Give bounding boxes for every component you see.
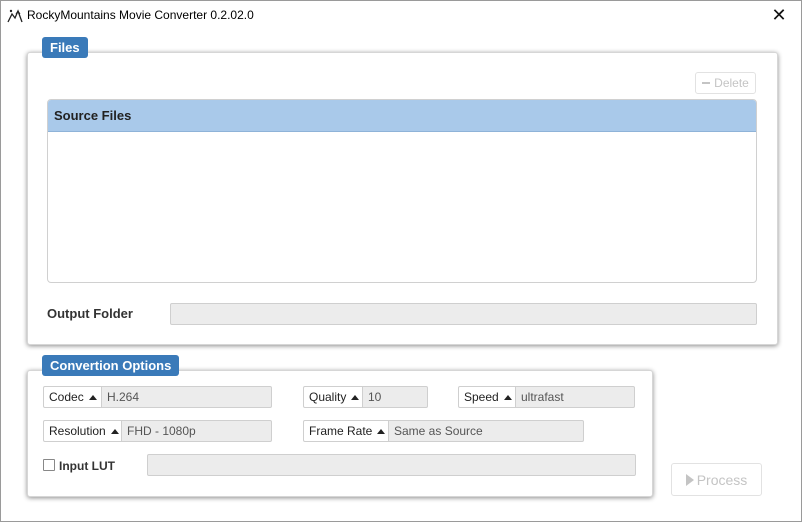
caret-up-icon	[377, 428, 386, 434]
codec-value: H.264	[102, 386, 272, 408]
close-button[interactable]: ✕	[757, 1, 801, 29]
mountain-icon	[7, 9, 23, 23]
input-lut-checkbox[interactable]	[43, 459, 55, 471]
caret-up-icon	[110, 428, 119, 434]
caret-up-icon	[88, 394, 97, 400]
minus-icon	[702, 82, 711, 84]
title-bar: RockyMountains Movie Converter 0.2.02.0 …	[1, 1, 801, 31]
output-folder-label: Output Folder	[47, 306, 133, 321]
frame-rate-label: Frame Rate	[309, 424, 373, 438]
resolution-dropdown[interactable]: Resolution	[43, 420, 122, 442]
caret-up-icon	[503, 394, 512, 400]
options-legend: Convertion Options	[42, 355, 180, 376]
speed-value: ultrafast	[516, 386, 635, 408]
close-icon: ✕	[771, 4, 787, 25]
files-legend: Files	[42, 37, 88, 58]
input-lut-field[interactable]	[147, 454, 636, 476]
codec-label: Codec	[49, 390, 84, 404]
quality-label: Quality	[309, 390, 347, 404]
play-icon	[685, 473, 694, 486]
process-button[interactable]: Process	[671, 463, 762, 496]
caret-up-icon	[351, 394, 360, 400]
source-files-header: Source Files	[48, 100, 756, 132]
quality-value: 10	[363, 386, 428, 408]
resolution-value: FHD - 1080p	[122, 420, 272, 442]
speed-dropdown[interactable]: Speed	[458, 386, 516, 408]
output-folder-field[interactable]	[170, 303, 757, 325]
frame-rate-dropdown[interactable]: Frame Rate	[303, 420, 389, 442]
speed-label: Speed	[464, 390, 499, 404]
window-title: RockyMountains Movie Converter 0.2.02.0	[27, 8, 254, 22]
resolution-label: Resolution	[49, 424, 106, 438]
quality-dropdown[interactable]: Quality	[303, 386, 363, 408]
codec-dropdown[interactable]: Codec	[43, 386, 102, 408]
source-files-list[interactable]: Source Files	[47, 99, 757, 283]
delete-button[interactable]: Delete	[695, 72, 756, 94]
input-lut-label: Input LUT	[59, 459, 115, 473]
process-button-label: Process	[696, 471, 748, 488]
main-window: RockyMountains Movie Converter 0.2.02.0 …	[0, 0, 802, 522]
frame-rate-value: Same as Source	[389, 420, 584, 442]
delete-button-label: Delete	[714, 76, 749, 90]
